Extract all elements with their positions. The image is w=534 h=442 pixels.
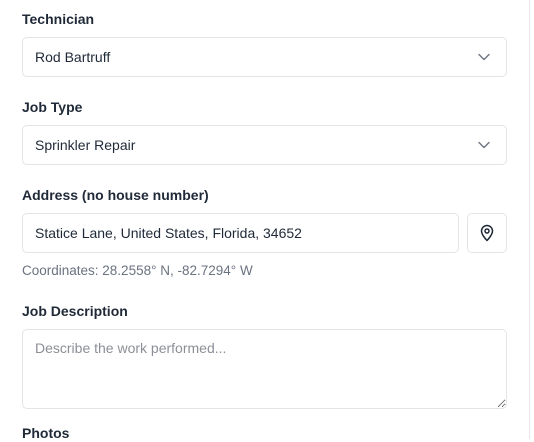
map-pin-icon (479, 224, 495, 242)
job-type-label: Job Type (22, 99, 83, 115)
scrollbar[interactable] (529, 0, 534, 439)
job-type-selected-value: Sprinkler Repair (35, 137, 136, 153)
technician-select[interactable]: Rod Bartruff (22, 37, 507, 77)
job-type-select[interactable]: Sprinkler Repair (22, 125, 507, 165)
photos-label: Photos (22, 425, 70, 441)
job-description-textarea[interactable] (22, 329, 507, 409)
locate-address-button[interactable] (467, 213, 507, 253)
address-coordinates: Coordinates: 28.2558° N, -82.7294° W (22, 263, 253, 278)
technician-selected-value: Rod Bartruff (35, 49, 111, 65)
address-input[interactable]: Statice Lane, United States, Florida, 34… (22, 213, 459, 253)
job-description-wrapper (22, 329, 507, 409)
technician-label: Technician (22, 11, 95, 27)
chevron-down-icon (476, 49, 492, 65)
job-description-label: Job Description (22, 303, 128, 319)
address-value: Statice Lane, United States, Florida, 34… (35, 225, 302, 241)
chevron-down-icon (476, 137, 492, 153)
address-label: Address (no house number) (22, 187, 209, 203)
